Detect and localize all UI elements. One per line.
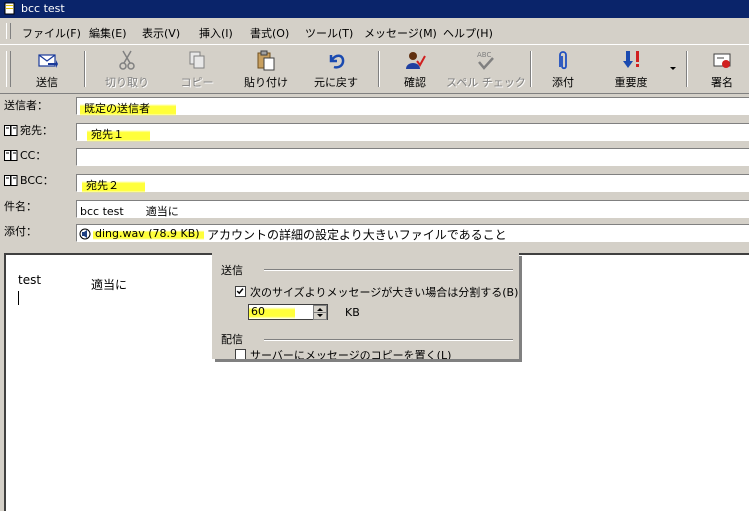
scissors-icon: [119, 50, 135, 70]
priority-label: 重要度: [614, 76, 648, 89]
body-text-tekitou: 適当に: [91, 278, 128, 292]
menu-insert[interactable]: 挿入(I): [199, 25, 233, 41]
priority-icon: [623, 51, 639, 68]
menu-help[interactable]: ヘルプ(H): [443, 25, 493, 41]
copy-label: コピー: [180, 76, 214, 89]
priority-button[interactable]: 重要度: [598, 47, 664, 91]
cc-label: CC：: [20, 149, 47, 162]
size-spin-input[interactable]: 60: [248, 304, 328, 320]
menu-format[interactable]: 書式(O): [250, 25, 289, 41]
paperclip-icon: [559, 51, 567, 70]
menu-file[interactable]: ファイル(F): [22, 25, 81, 41]
to-field[interactable]: 宛先１: [76, 123, 749, 142]
send-section-title: 送信: [221, 264, 243, 277]
attachment-field[interactable]: ding.wav (78.9 KB) アカウントの詳細の設定より大きいファイルで…: [76, 224, 749, 242]
sign-label: 署名: [711, 76, 733, 89]
server-copy-row: サーバーにメッセージのコピーを置く(L): [212, 349, 519, 359]
spin-down-button[interactable]: [313, 312, 327, 320]
toolbar-separator: [530, 51, 532, 87]
from-field[interactable]: 既定の送信者: [76, 97, 749, 116]
section-divider: [264, 269, 513, 271]
attachment-note: アカウントの詳細の設定より大きいファイルであること: [207, 228, 507, 242]
deliver-section-title: 配信: [221, 333, 243, 346]
arrow-down-icon: [317, 314, 323, 317]
check-names-button[interactable]: 確認: [386, 47, 444, 91]
paste-icon: [257, 50, 275, 71]
svg-text:ABC: ABC: [477, 51, 491, 59]
attach-label: 添付：: [4, 225, 37, 238]
attach-label: 添付: [552, 76, 574, 89]
section-divider: [264, 339, 513, 341]
checkmark-icon: [236, 288, 244, 295]
undo-label: 元に戻す: [314, 76, 358, 89]
sign-button[interactable]: 署名: [694, 47, 749, 91]
paste-button[interactable]: 貼り付け: [234, 47, 298, 91]
address-book-icon: [4, 150, 18, 161]
undo-button[interactable]: 元に戻す: [300, 47, 372, 91]
undo-icon: [329, 54, 345, 69]
menu-tools[interactable]: ツール(T): [305, 25, 353, 41]
menu-bar: ファイル(F) 編集(E) 表示(V) 挿入(I) 書式(O) ツール(T) メ…: [0, 18, 749, 44]
window-title: bcc test: [21, 2, 65, 15]
copy-icon: [189, 51, 205, 69]
size-unit: KB: [345, 306, 360, 319]
check-names-label: 確認: [404, 76, 426, 89]
cc-field[interactable]: [76, 148, 749, 166]
address-book-icon: [4, 175, 18, 186]
toolbar-separator: [84, 51, 86, 87]
menu-view[interactable]: 表示(V): [142, 25, 180, 41]
copy-button[interactable]: コピー: [166, 47, 228, 91]
spell-check-icon: ABC: [477, 51, 494, 70]
cut-label: 切り取り: [105, 76, 149, 89]
to-label: 宛先：: [20, 124, 53, 137]
spell-check-label: スペル チェック: [446, 76, 526, 89]
subject-field[interactable]: bcc test 適当に: [76, 200, 749, 218]
split-message-checkbox[interactable]: [235, 286, 246, 297]
attach-button[interactable]: 添付: [536, 47, 590, 91]
address-book-icon: [4, 125, 18, 136]
toolbar-separator: [378, 51, 380, 87]
cc-label-row[interactable]: CC：: [4, 146, 46, 166]
split-message-label[interactable]: 次のサイズよりメッセージが大きい場合は分割する(B): [250, 284, 518, 300]
from-label: 送信者：: [4, 99, 48, 112]
to-value: 宛先１: [87, 126, 150, 142]
attachment-item[interactable]: ding.wav (78.9 KB): [93, 227, 204, 240]
compose-window-icon: [4, 2, 15, 15]
to-label-row[interactable]: 宛先：: [4, 121, 53, 141]
bcc-field[interactable]: 宛先２: [76, 174, 749, 193]
sign-icon: [713, 53, 731, 68]
body-text-test: test: [18, 273, 42, 287]
send-button[interactable]: 送信: [14, 47, 80, 91]
toolbar-separator: [686, 51, 688, 87]
menu-message[interactable]: メッセージ(M): [364, 25, 437, 41]
check-names-icon: [406, 52, 426, 69]
subject-label: 件名：: [4, 200, 37, 213]
send-icon: [38, 54, 58, 68]
cut-button[interactable]: 切り取り: [96, 47, 158, 91]
paste-label: 貼り付け: [244, 76, 288, 89]
size-value: 60: [249, 305, 295, 319]
chevron-down-icon: [670, 67, 676, 70]
menubar-grip[interactable]: [6, 23, 11, 39]
server-copy-checkbox[interactable]: [235, 349, 246, 359]
message-header: 送信者： 既定の送信者 宛先： 宛先１ CC： BCC： 宛先２ 件名： bcc…: [0, 93, 749, 253]
send-options-panel: 送信 次のサイズよりメッセージが大きい場合は分割する(B) 60 KB 配信 サ…: [212, 253, 519, 359]
bcc-label: BCC：: [20, 174, 54, 187]
toolbar-grip[interactable]: [6, 51, 11, 87]
subject-value: bcc test 適当に: [80, 205, 179, 218]
send-label: 送信: [36, 76, 58, 89]
menu-edit[interactable]: 編集(E): [89, 25, 127, 41]
bcc-label-row[interactable]: BCC：: [4, 171, 54, 191]
bcc-value: 宛先２: [82, 177, 145, 193]
toolbar: 送信 切り取り コピー 貼り付け 元に戻す 確認 ABC スペル チェック 添付…: [0, 44, 749, 94]
spell-check-button[interactable]: ABC スペル チェック: [446, 47, 526, 91]
priority-dropdown-arrow[interactable]: [668, 63, 678, 73]
server-copy-label[interactable]: サーバーにメッセージのコピーを置く(L): [250, 349, 451, 359]
sound-file-icon: [79, 228, 91, 240]
from-value: 既定の送信者: [80, 100, 176, 116]
title-bar[interactable]: bcc test: [0, 0, 749, 18]
text-cursor: [18, 291, 19, 305]
